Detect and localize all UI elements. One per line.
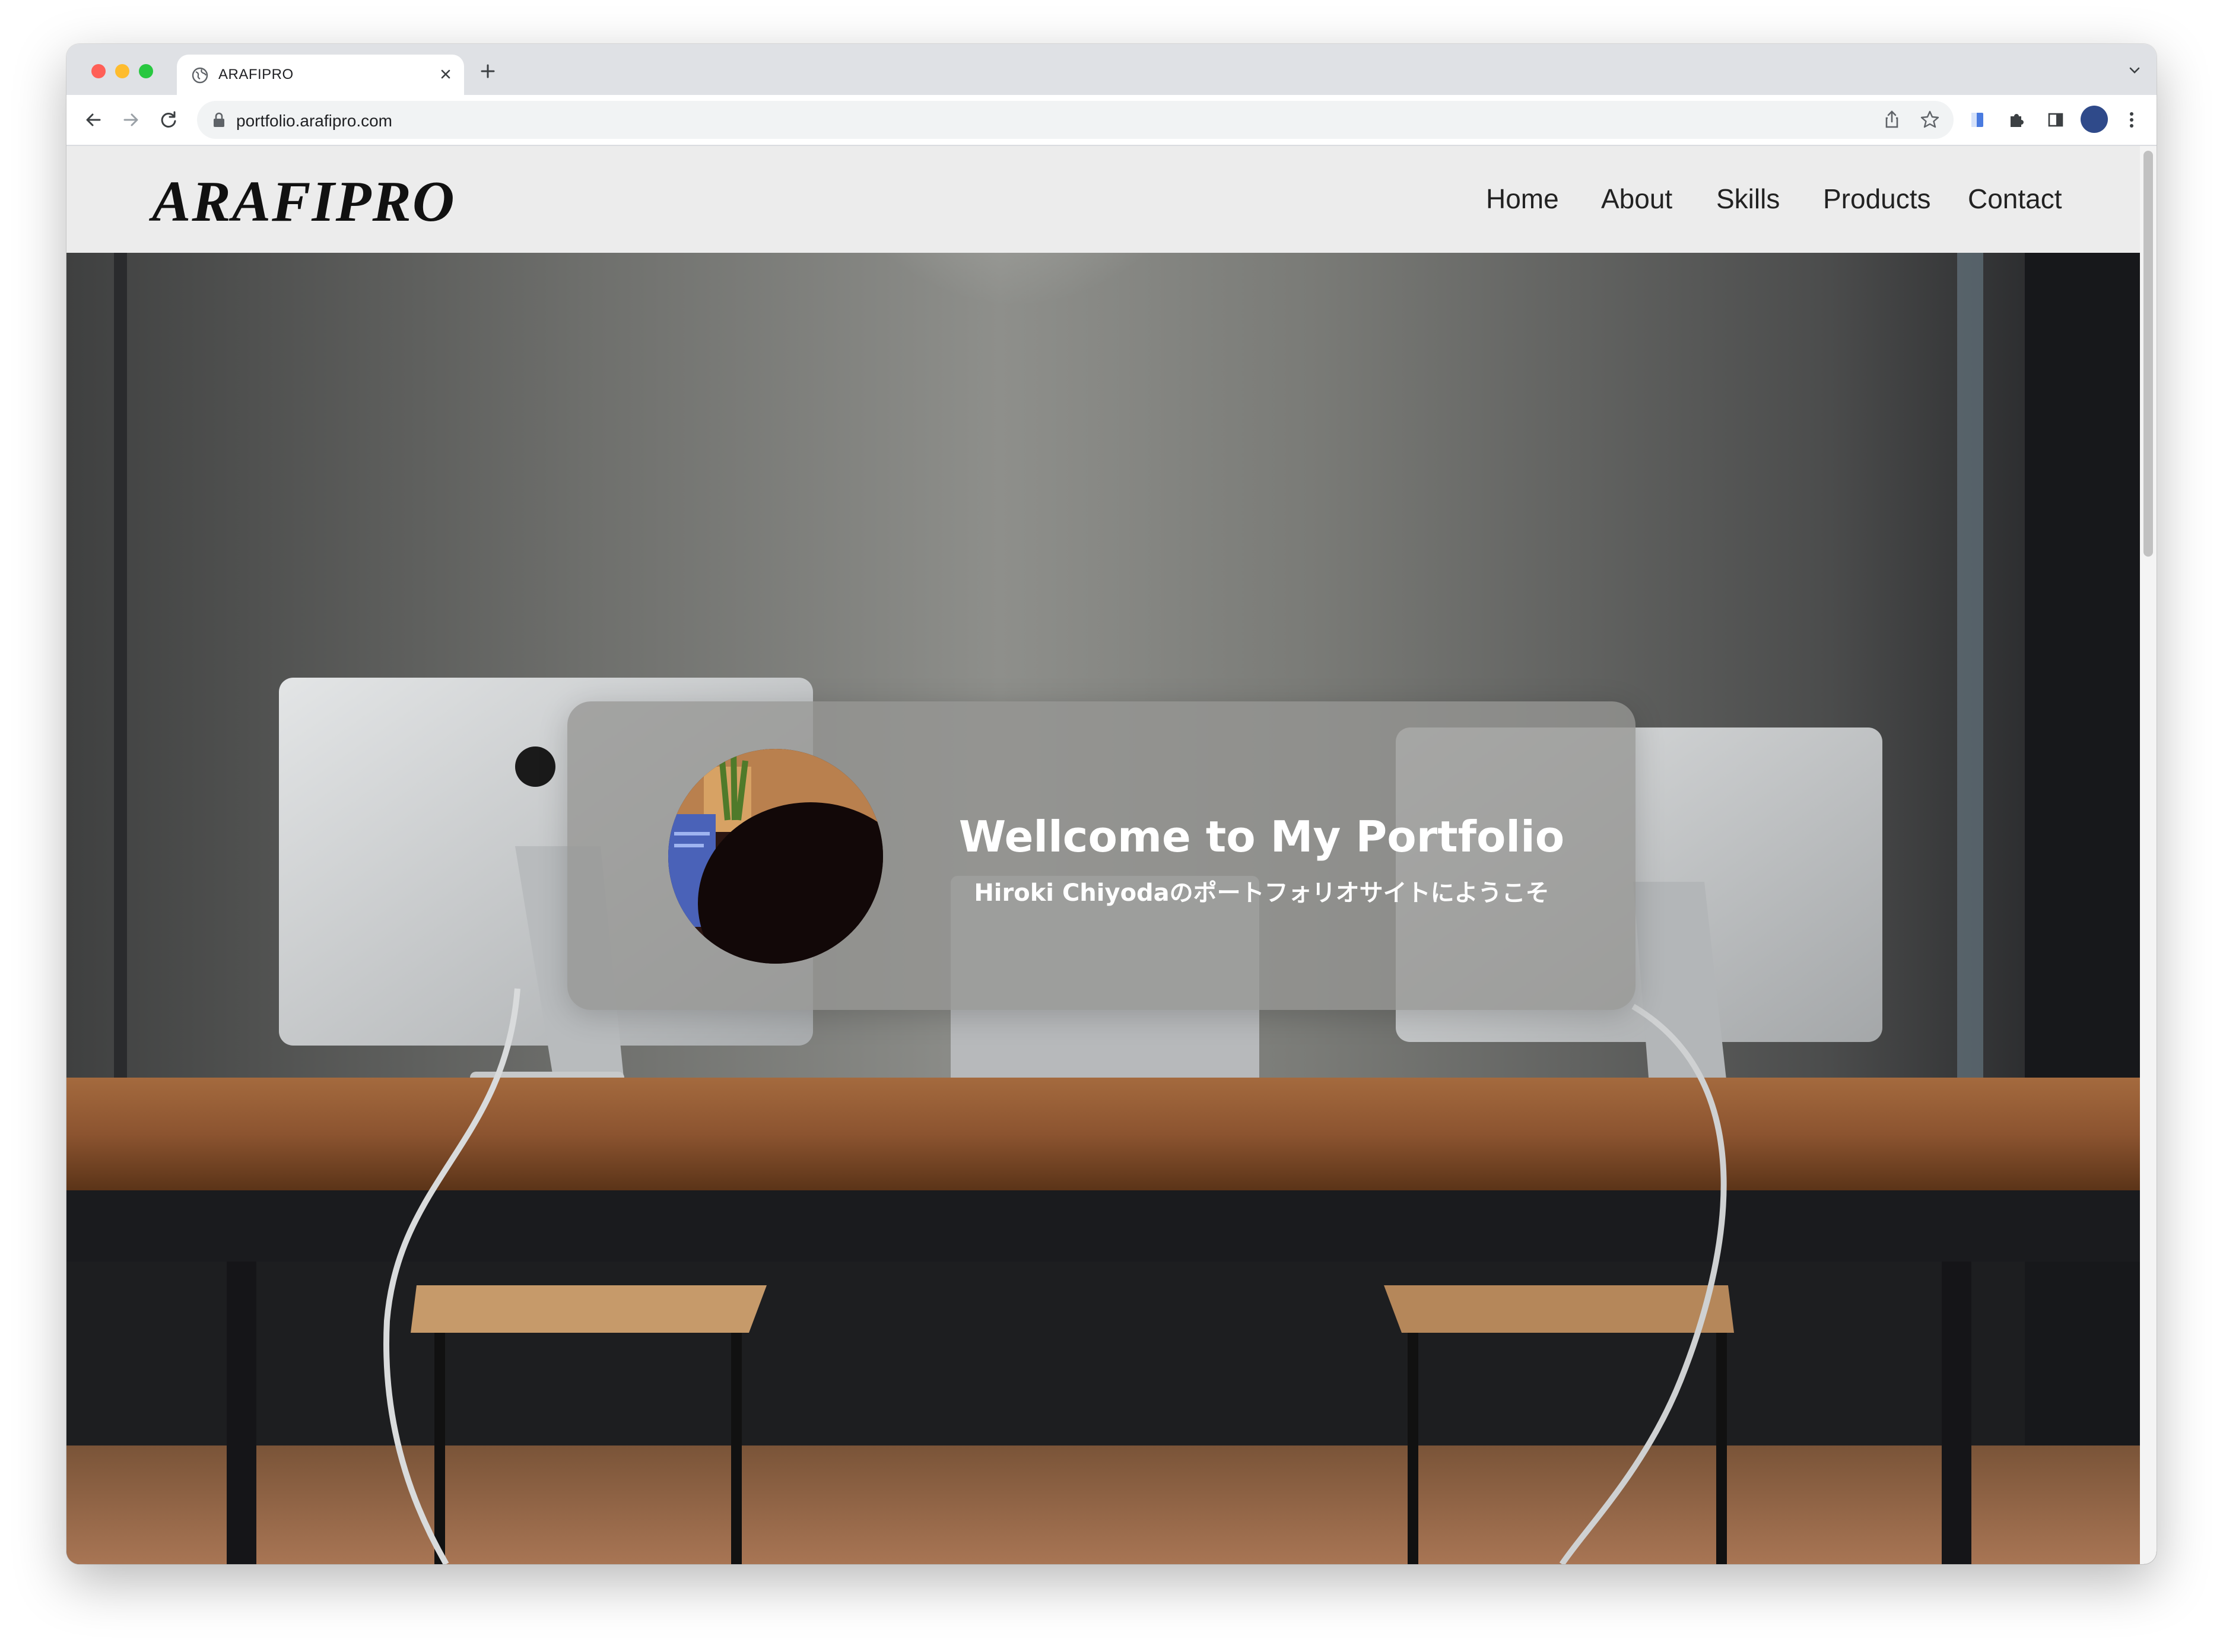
url-text[interactable]: portfolio.arafipro.com bbox=[236, 112, 392, 131]
hero-title: Wellcome to My Portfolio bbox=[958, 812, 1565, 862]
address-bar[interactable]: portfolio.arafipro.com bbox=[197, 101, 1954, 139]
active-tab[interactable]: ARAFIPRO bbox=[177, 55, 464, 95]
bookmark-star-icon[interactable] bbox=[1918, 108, 1942, 132]
scrollbar-thumb[interactable] bbox=[2143, 151, 2153, 557]
extensions-puzzle-icon[interactable] bbox=[2003, 107, 2030, 133]
lock-icon[interactable] bbox=[211, 112, 227, 128]
share-icon[interactable] bbox=[1880, 108, 1904, 132]
browser-toolbar: portfolio.arafipro.com bbox=[66, 95, 2157, 146]
more-menu-icon[interactable] bbox=[2119, 107, 2145, 133]
close-window-button[interactable] bbox=[91, 64, 106, 78]
profile-photo bbox=[668, 749, 883, 964]
new-tab-icon[interactable] bbox=[477, 61, 498, 82]
site-header: ARAFIPRO Home About Skills Products Cont… bbox=[66, 146, 2140, 253]
globe-icon bbox=[192, 67, 208, 84]
side-panel-icon[interactable] bbox=[2043, 107, 2069, 133]
page-viewport: ARAFIPRO Home About Skills Products Cont… bbox=[66, 146, 2157, 1564]
welcome-card: Wellcome to My Portfolio Hiroki Chiyodaの… bbox=[567, 701, 1636, 1010]
forward-icon[interactable] bbox=[117, 107, 144, 133]
back-icon[interactable] bbox=[81, 107, 107, 133]
profile-avatar[interactable] bbox=[2081, 106, 2108, 133]
nav-contact[interactable]: Contact bbox=[1968, 183, 2062, 215]
minimize-window-button[interactable] bbox=[115, 64, 129, 78]
browser-window: ARAFIPRO portfolio.arafipro.com ARAFIPRO… bbox=[66, 44, 2157, 1564]
hero-subtitle: Hiroki Chiyodaのポートフォリオサイトにようこそ bbox=[974, 879, 1549, 907]
extension-translate-icon[interactable] bbox=[1964, 107, 1990, 133]
nav-about[interactable]: About bbox=[1601, 183, 1672, 215]
nav-skills[interactable]: Skills bbox=[1716, 183, 1780, 215]
nav-products[interactable]: Products bbox=[1823, 183, 1931, 215]
reload-icon[interactable] bbox=[155, 107, 182, 133]
tab-strip: ARAFIPRO bbox=[66, 44, 2157, 95]
nav-home[interactable]: Home bbox=[1486, 183, 1559, 215]
maximize-window-button[interactable] bbox=[139, 64, 153, 78]
tab-title: ARAFIPRO bbox=[218, 66, 294, 82]
hero-section: Wellcome to My Portfolio Hiroki Chiyodaの… bbox=[66, 253, 2140, 1564]
chevron-down-icon[interactable] bbox=[2126, 62, 2143, 80]
site-logo[interactable]: ARAFIPRO bbox=[152, 169, 456, 235]
close-tab-icon[interactable] bbox=[437, 65, 455, 83]
